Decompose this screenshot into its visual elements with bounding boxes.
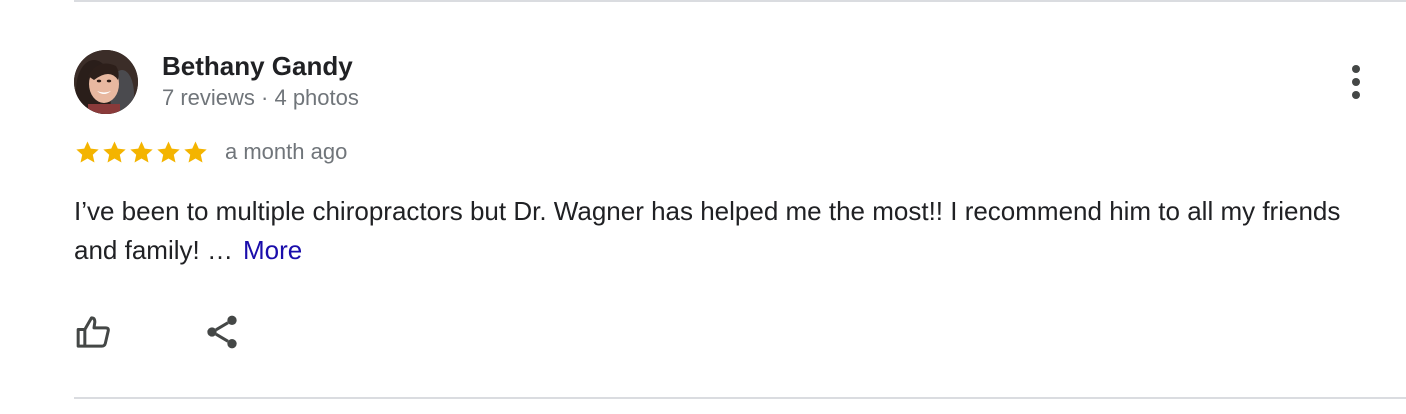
thumbs-up-icon — [76, 316, 110, 348]
reviewer-name[interactable]: Bethany Gandy — [162, 50, 353, 82]
review-date: a month ago — [225, 139, 348, 164]
more-vertical-icon — [1352, 65, 1360, 73]
review-body: I’ve been to multiple chiropractors but … — [74, 192, 1374, 270]
star-icon — [184, 140, 207, 163]
star-rating — [74, 139, 209, 166]
more-options-button[interactable] — [1336, 60, 1376, 104]
reviewer-avatar[interactable] — [74, 50, 138, 114]
share-icon — [207, 315, 237, 349]
more-link[interactable]: More — [243, 235, 302, 265]
top-divider — [74, 0, 1406, 2]
star-icon — [130, 140, 153, 163]
like-button[interactable] — [72, 310, 116, 354]
rating-row: a month ago — [74, 136, 347, 168]
star-icon — [76, 140, 99, 163]
star-icon — [103, 140, 126, 163]
share-button[interactable] — [200, 310, 244, 354]
more-vertical-icon-dot — [1352, 91, 1360, 99]
reviewer-meta: 7 reviews · 4 photos — [162, 85, 359, 110]
bottom-divider — [74, 397, 1406, 399]
star-icon — [157, 140, 180, 163]
avatar-photo-icon — [74, 50, 138, 114]
more-vertical-icon-dot — [1352, 78, 1360, 86]
